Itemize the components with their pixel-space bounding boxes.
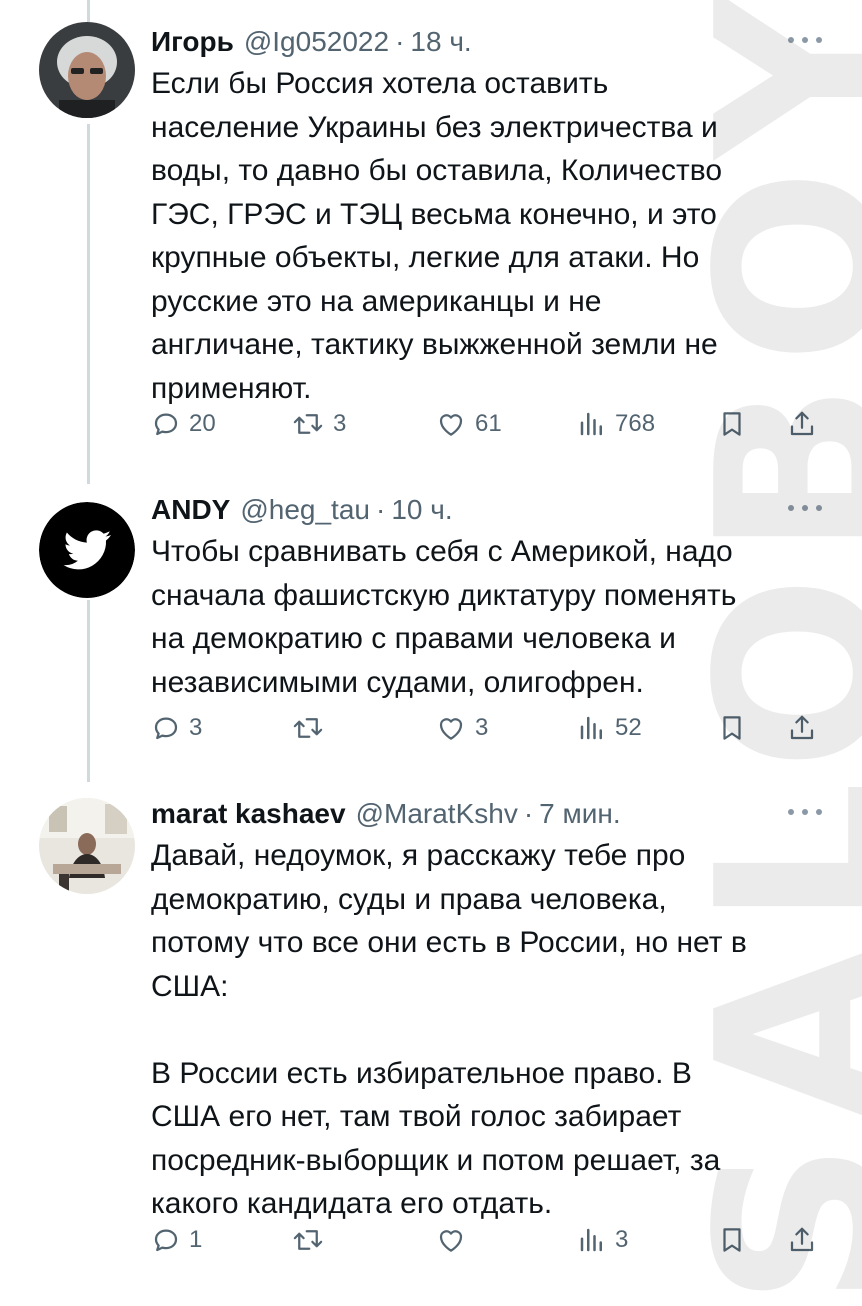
bookmark-button[interactable] [717, 404, 747, 444]
avatar[interactable] [39, 22, 135, 118]
tweet-text: Чтобы сравнивать себя с Америкой, надо с… [151, 530, 831, 704]
views-icon [577, 1225, 607, 1255]
more-icon[interactable] [788, 802, 822, 822]
views-button[interactable]: 768 [577, 404, 655, 444]
reply-icon [151, 1225, 181, 1255]
retweet-count: 3 [333, 410, 346, 438]
share-icon [787, 712, 817, 744]
author-handle[interactable]: @Ig052022 [244, 26, 389, 58]
separator-dot: · [524, 798, 533, 830]
tweet-text: Давай, недоумок, я расскажу тебе про дем… [151, 834, 831, 1226]
retweet-button[interactable] [291, 708, 333, 748]
retweet-button[interactable] [291, 1220, 333, 1260]
like-count: 3 [475, 714, 488, 742]
reply-count: 20 [189, 410, 216, 438]
bookmark-button[interactable] [717, 708, 747, 748]
tweet-header: Игорь @Ig052022 · 18 ч. [151, 22, 472, 62]
reply-button[interactable]: 20 [151, 404, 216, 444]
tweet-andy[interactable]: ANDY @heg_tau · 10 ч. Чтобы сравнивать с… [0, 488, 862, 758]
reply-icon [151, 409, 181, 439]
reply-button[interactable]: 3 [151, 708, 202, 748]
share-button[interactable] [787, 404, 817, 444]
author-handle[interactable]: @MaratKshv [356, 798, 518, 830]
bookmark-icon [717, 712, 747, 744]
retweet-button[interactable]: 3 [291, 404, 346, 444]
reply-count: 1 [189, 1226, 202, 1254]
like-count: 61 [475, 410, 502, 438]
reply-icon [151, 713, 181, 743]
tweet-actions: 3 3 52 [151, 708, 831, 748]
bookmark-button[interactable] [717, 1220, 747, 1260]
bookmark-icon [717, 1224, 747, 1256]
like-button[interactable] [435, 1220, 475, 1260]
tweet-actions: 20 3 61 768 [151, 404, 831, 444]
retweet-icon [291, 713, 325, 743]
like-icon [435, 409, 467, 439]
like-icon [435, 1225, 467, 1255]
author-name[interactable]: marat kashaev [151, 798, 346, 830]
separator-dot: · [395, 26, 404, 58]
tweet-igor[interactable]: Игорь @Ig052022 · 18 ч. Если бы Россия х… [0, 22, 862, 472]
views-count: 768 [615, 410, 655, 438]
more-icon[interactable] [788, 30, 822, 50]
timestamp[interactable]: 18 ч. [410, 26, 471, 58]
reply-count: 3 [189, 714, 202, 742]
tweet-marat[interactable]: marat kashaev @MaratKshv · 7 мин. Давай,… [0, 794, 862, 1264]
like-icon [435, 713, 467, 743]
like-button[interactable]: 3 [435, 708, 488, 748]
share-button[interactable] [787, 708, 817, 748]
separator-dot: · [376, 494, 385, 526]
views-button[interactable]: 3 [577, 1220, 628, 1260]
tweet-header: ANDY @heg_tau · 10 ч. [151, 490, 453, 530]
timestamp[interactable]: 10 ч. [391, 494, 452, 526]
retweet-icon [291, 409, 325, 439]
reply-button[interactable]: 1 [151, 1220, 202, 1260]
views-icon [577, 713, 607, 743]
author-handle[interactable]: @heg_tau [240, 494, 370, 526]
timestamp[interactable]: 7 мин. [539, 798, 620, 830]
tweet-text: Если бы Россия хотела оставить население… [151, 62, 831, 410]
share-icon [787, 408, 817, 440]
author-name[interactable]: Игорь [151, 26, 234, 58]
bookmark-icon [717, 408, 747, 440]
avatar[interactable] [39, 798, 135, 894]
more-icon[interactable] [788, 498, 822, 518]
tweet-actions: 1 3 [151, 1220, 831, 1260]
share-icon [787, 1224, 817, 1256]
share-button[interactable] [787, 1220, 817, 1260]
avatar[interactable] [39, 502, 135, 598]
views-icon [577, 409, 607, 439]
views-count: 3 [615, 1226, 628, 1254]
like-button[interactable]: 61 [435, 404, 502, 444]
retweet-icon [291, 1225, 325, 1255]
views-count: 52 [615, 714, 642, 742]
author-name[interactable]: ANDY [151, 494, 230, 526]
tweet-header: marat kashaev @MaratKshv · 7 мин. [151, 794, 621, 834]
views-button[interactable]: 52 [577, 708, 642, 748]
thread-line [87, 0, 90, 22]
